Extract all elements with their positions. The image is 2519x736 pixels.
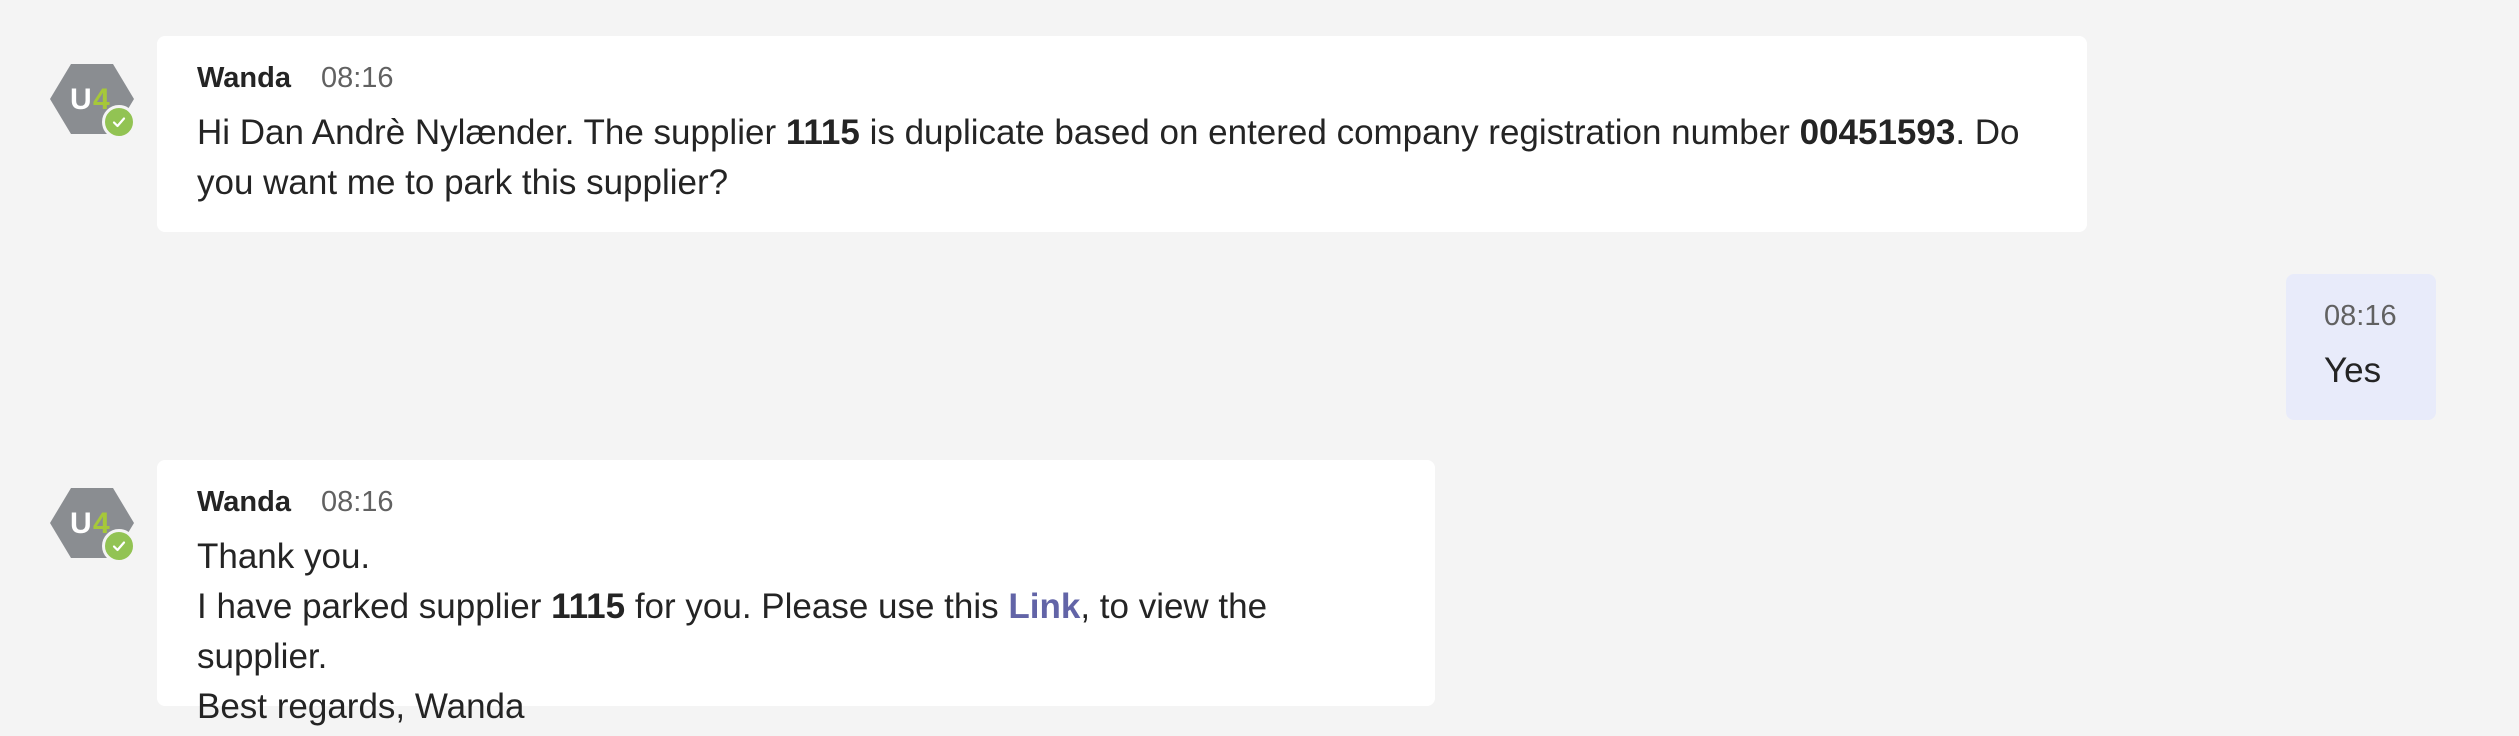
message-text-part: is duplicate based on entered company re… <box>859 113 1800 152</box>
sender-name: Wanda <box>197 486 291 518</box>
message-line: I have parked supplier 1115 for you. Ple… <box>197 582 1395 682</box>
message-text-part: I have parked supplier <box>197 587 552 626</box>
wanda-avatar[interactable]: U 4 <box>50 62 136 139</box>
message-line: Best regards, Wanda <box>197 687 525 726</box>
svg-text:U: U <box>70 507 92 540</box>
presence-available-icon <box>102 105 136 139</box>
message-timestamp: 08:16 <box>320 486 394 518</box>
registration-number: 00451593 <box>1799 113 1956 152</box>
supplier-link[interactable]: Link <box>1008 587 1080 626</box>
message-text: Yes <box>2324 351 2382 390</box>
message-header: 08:16 <box>2324 300 2398 340</box>
svg-text:U: U <box>70 83 92 116</box>
chat-thread: U 4 Wanda 08:16 Hi Dan Andrè Nylænder. T… <box>0 0 2519 736</box>
message-bubble[interactable]: Wanda 08:16 Thank you. I have parked sup… <box>157 460 1435 726</box>
message-timestamp: 08:16 <box>2324 300 2397 332</box>
supplier-number: 1115 <box>551 587 626 626</box>
sender-name: Wanda <box>197 62 291 94</box>
supplier-number: 1115 <box>785 113 860 152</box>
own-message-bubble[interactable]: 08:16 Yes <box>2286 274 2436 420</box>
message-timestamp: 08:16 <box>320 62 394 94</box>
wanda-avatar[interactable]: U 4 <box>50 486 136 563</box>
message-text-part: for you. Please use this <box>625 587 1009 626</box>
presence-available-icon <box>102 529 136 563</box>
message-header: Wanda 08:16 <box>197 62 2047 102</box>
message-text: Thank you. I have parked supplier 1115 f… <box>197 532 1395 732</box>
message-text-part: Hi Dan Andrè Nylænder. The supplier <box>197 113 786 152</box>
message-line: Thank you. <box>197 537 371 576</box>
message-text: Hi Dan Andrè Nylænder. The supplier 1115… <box>197 108 2047 208</box>
message-header: Wanda 08:16 <box>197 486 1395 526</box>
message-bubble[interactable]: Wanda 08:16 Hi Dan Andrè Nylænder. The s… <box>157 36 2087 232</box>
